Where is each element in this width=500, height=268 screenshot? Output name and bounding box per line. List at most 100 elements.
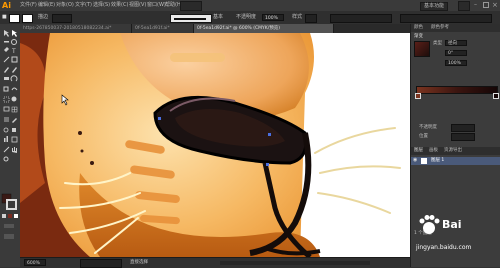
- mesh-tool-icon: [11, 106, 18, 113]
- bridge-button[interactable]: [180, 1, 202, 11]
- selection-tool-icon: [4, 30, 9, 37]
- brush-stroke-line: [174, 18, 206, 20]
- lasso-tool-icon: [11, 39, 17, 45]
- slice-tool-icon: [3, 146, 10, 153]
- gradient-type-select[interactable]: 径向: [445, 40, 467, 46]
- gradient-ratio-field[interactable]: 100%: [445, 60, 467, 66]
- anchor-point: [266, 163, 269, 166]
- stroke-weight-field[interactable]: [52, 14, 72, 23]
- anchor-point: [158, 117, 161, 120]
- eraser-tool-icon: [4, 77, 9, 80]
- menu-view[interactable]: 视图(V): [129, 2, 146, 9]
- layer-name[interactable]: 图层 1: [431, 157, 444, 164]
- minimize-icon[interactable]: –: [474, 2, 480, 8]
- gradient-angle-field[interactable]: 0°: [445, 50, 467, 56]
- visibility-eye-icon[interactable]: ◉: [413, 158, 418, 163]
- panel-tab-row: 颜色 颜色参考: [411, 24, 500, 32]
- paw-logo-icon: [419, 215, 440, 234]
- horizontal-scrollbar[interactable]: [220, 261, 370, 265]
- rectangle-tool-icon: [11, 56, 18, 63]
- menu-file[interactable]: 文件(F): [20, 2, 37, 9]
- search-field[interactable]: [458, 1, 470, 11]
- app-logo: Ai: [2, 1, 11, 10]
- fur-stripe: [170, 53, 225, 62]
- drawing-mode-icon: [4, 224, 14, 228]
- transform-controls[interactable]: [400, 14, 492, 23]
- perspective-grid-tool-icon: [3, 106, 10, 112]
- direct-selection-tool-icon: [12, 30, 17, 37]
- zoom-tool-icon: [3, 156, 9, 162]
- opacity-label: 不透明度: [236, 14, 257, 20]
- artboard-tool-icon: [11, 136, 18, 143]
- layer-row[interactable]: ◉ 图层 1: [411, 157, 500, 165]
- gradient-slider-bar[interactable]: [416, 86, 498, 94]
- fill-swatch[interactable]: [9, 14, 20, 23]
- tab-artboards[interactable]: 画板: [429, 147, 438, 154]
- lion-illustration: [20, 33, 410, 257]
- symbol-sprayer-tool-icon: [12, 128, 16, 132]
- line-tool-icon: [3, 56, 10, 63]
- gradient-type-label: 类型: [433, 41, 442, 46]
- menu-window[interactable]: 窗口(W): [147, 2, 166, 9]
- brush-label: 基本: [213, 14, 224, 20]
- style-swatch[interactable]: [305, 14, 317, 23]
- brush-preview[interactable]: [170, 14, 212, 23]
- baidu-watermark: Bai jingyan.baidu.com: [412, 212, 492, 266]
- status-tool-label: 直接选择: [130, 260, 148, 265]
- tab-asset-export[interactable]: 资源导出: [444, 147, 462, 154]
- color-mode-button: [2, 214, 6, 218]
- blend-tool-icon: [3, 127, 9, 133]
- artboard-canvas[interactable]: [20, 33, 410, 257]
- tab-color[interactable]: 颜色: [414, 24, 423, 31]
- shape-builder-tool-icon: [11, 96, 17, 102]
- gradient-stop-right[interactable]: [493, 93, 499, 99]
- menu-object[interactable]: 对象(O): [56, 2, 74, 9]
- watermark-brand: Bai: [442, 218, 462, 231]
- gradient-opacity-field[interactable]: [451, 124, 475, 132]
- type-tool-icon: T: [11, 48, 16, 55]
- menu-select[interactable]: 选择(S): [93, 2, 110, 9]
- gradient-opacity-label: 不透明度: [419, 125, 437, 130]
- gradient-stop-left[interactable]: [415, 93, 421, 99]
- screen-mode-icon: [4, 234, 14, 239]
- document-tab[interactable]: 0f-5ea1d91f.ai*: [132, 24, 194, 33]
- menu-edit[interactable]: 编辑(E): [38, 2, 55, 9]
- magic-wand-tool-icon: [4, 41, 9, 43]
- align-controls[interactable]: [330, 14, 392, 23]
- width-tool-icon: [11, 87, 18, 91]
- document-tabs: https-267850037-20180518082234.ai* 0f-5e…: [20, 24, 410, 33]
- path-indicator: ■: [2, 14, 7, 20]
- document-tab-active[interactable]: 0f-5ea1d92f.ai* @ 600% (CMYK/预览): [194, 24, 334, 33]
- maximize-icon[interactable]: [483, 2, 489, 8]
- gradient-tool-icon: [4, 117, 9, 122]
- paintbrush-tool-icon: [4, 67, 9, 73]
- toolbox: T: [0, 24, 21, 267]
- layers-tab-row: 图层 画板 资源导出: [411, 147, 500, 155]
- gradient-position-field[interactable]: [451, 133, 475, 141]
- menu-effect[interactable]: 效果(C): [111, 2, 128, 9]
- free-transform-tool-icon: [3, 96, 10, 103]
- whisker-dot: [80, 149, 84, 153]
- rotate-tool-icon: [10, 75, 18, 82]
- scale-tool-icon: [3, 86, 9, 92]
- workspace-switcher[interactable]: 基本功能: [420, 2, 449, 11]
- gradient-mode-button: [8, 214, 12, 218]
- whisker-dot: [78, 131, 82, 135]
- pen-tool-icon: [4, 47, 9, 52]
- opacity-field[interactable]: 100%: [262, 14, 284, 21]
- style-label: 样式: [292, 14, 303, 20]
- zoom-field[interactable]: 600%: [24, 259, 46, 266]
- gradient-preview-swatch[interactable]: [414, 41, 430, 57]
- stroke-label: 描边: [38, 14, 49, 20]
- anchor-point: [268, 133, 271, 136]
- close-icon[interactable]: ×: [492, 1, 498, 9]
- tab-color-guide[interactable]: 颜色参考: [431, 24, 449, 31]
- menu-type[interactable]: 文字(T): [75, 2, 92, 9]
- column-graph-tool-icon: [4, 138, 6, 142]
- stroke-swatch[interactable]: [22, 14, 33, 23]
- tab-layers[interactable]: 图层: [414, 147, 423, 154]
- hand-tool-icon: [12, 147, 17, 153]
- gradient-panel-title: 渐变: [414, 34, 423, 39]
- document-tab[interactable]: https-267850037-20180518082234.ai*: [20, 24, 132, 33]
- control-bar: ■ 描边 基本 不透明度 100% 样式: [0, 11, 500, 25]
